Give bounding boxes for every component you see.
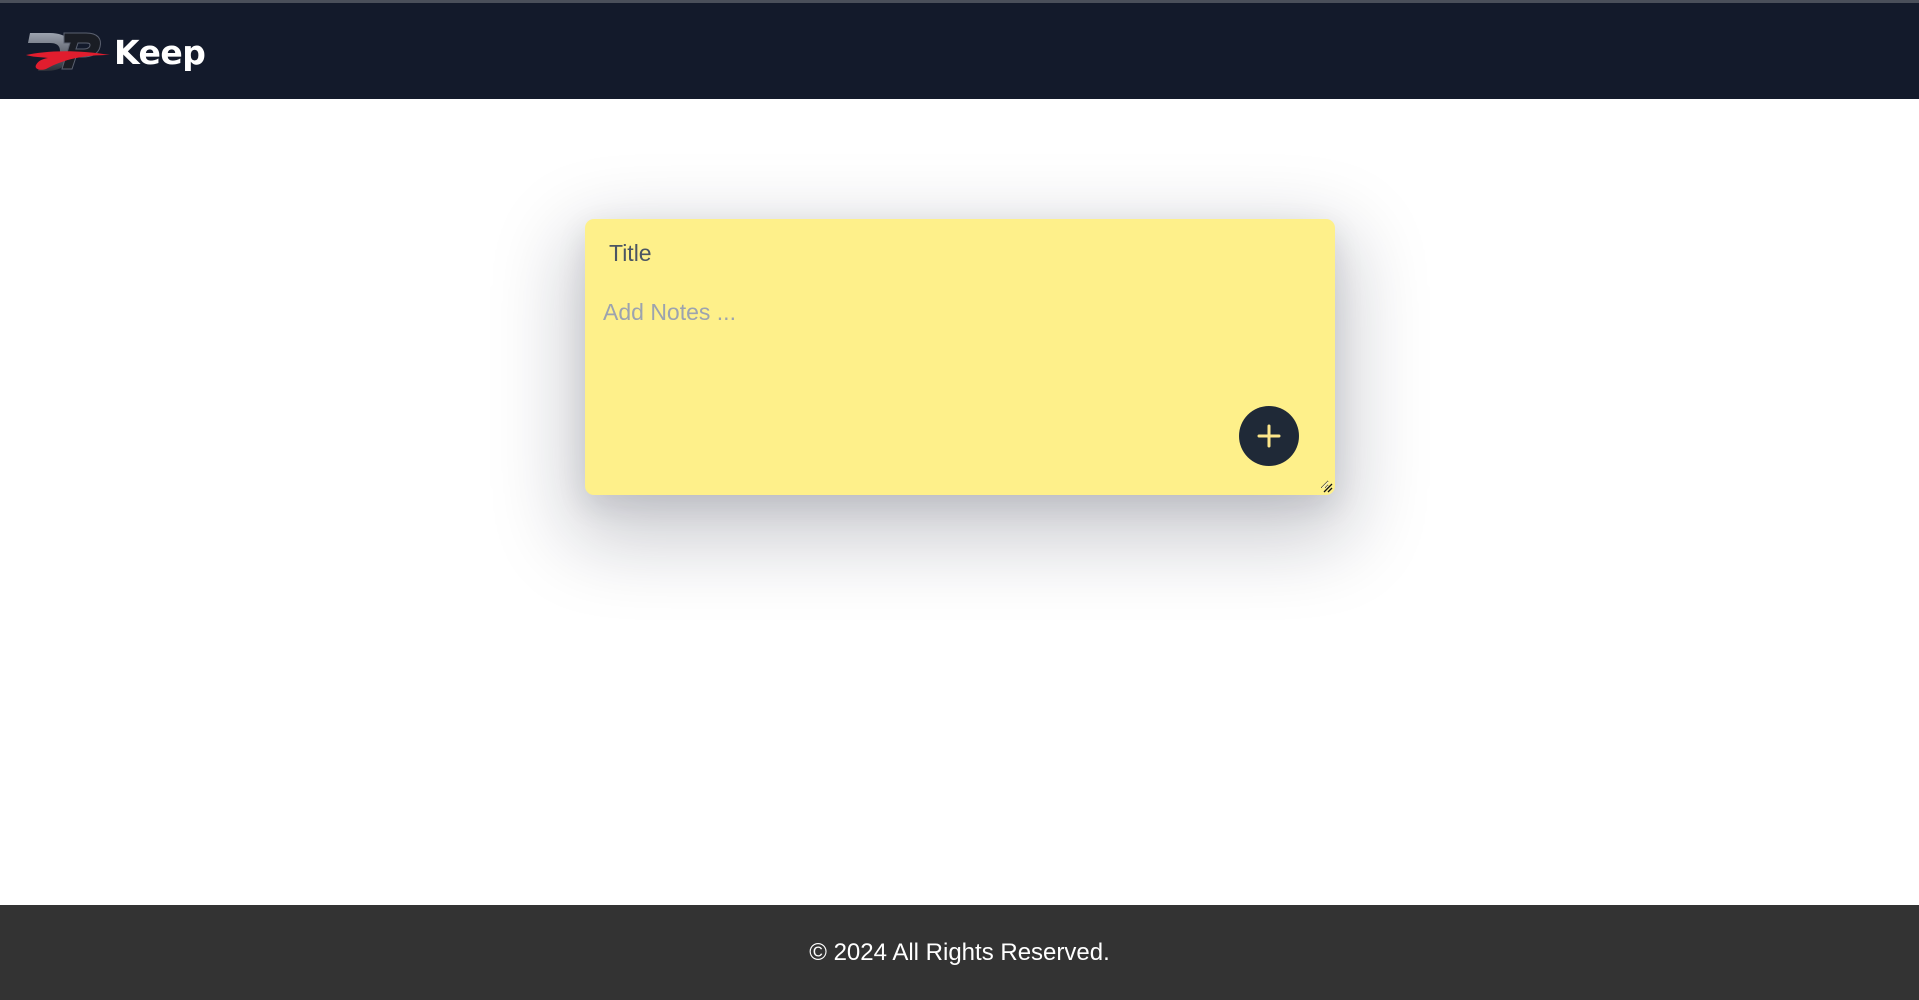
plus-icon (1257, 424, 1281, 448)
brand-name: Keep (114, 32, 206, 72)
note-title-input[interactable] (609, 233, 1299, 273)
copyright-text: © 2024 All Rights Reserved. (809, 938, 1110, 966)
app-footer: © 2024 All Rights Reserved. (0, 905, 1919, 1000)
page: Keep © 2024 All Rights Reserved. (0, 0, 1919, 1000)
note-form (585, 219, 1335, 495)
dp-logo-icon (26, 32, 110, 71)
resize-handle-icon[interactable] (1321, 481, 1333, 493)
note-body-textarea[interactable] (603, 299, 1329, 489)
app-header: Keep (0, 0, 1919, 99)
brand-link[interactable]: Keep (24, 25, 206, 77)
add-note-button[interactable] (1239, 406, 1299, 466)
